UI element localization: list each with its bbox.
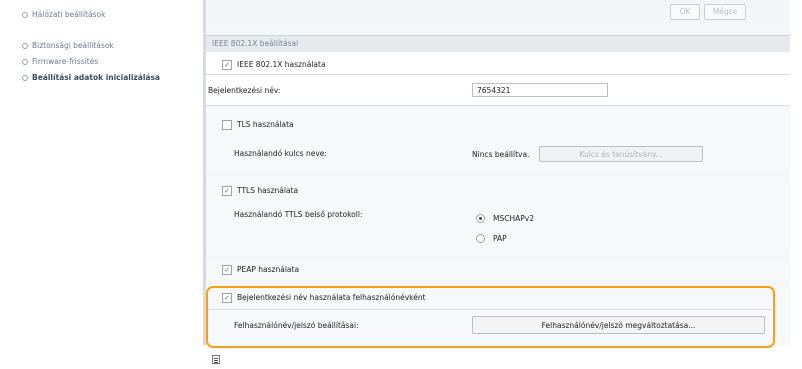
sidebar: Hálózati beállítások Biztonsági beállítá… [0,0,203,369]
ttls-checkbox[interactable]: ✓ [222,186,232,196]
sidebar-item-security-settings[interactable]: Biztonsági beállítások [22,41,114,50]
radio-mschapv2[interactable] [476,214,485,223]
sidebar-item-label: Biztonsági beállítások [32,41,114,50]
tls-key-value: Nincs beállítva. [472,150,530,159]
sidebar-item-firmware-update[interactable]: Firmware-frissítés [22,57,98,66]
sidebar-item-network-settings[interactable]: Hálózati beállítások [22,10,105,19]
sidebar-item-label: Hálózati beállítások [32,10,106,19]
login-label: Bejelentkezési név: [208,86,281,95]
section-header: IEEE 802.1X beállításai [206,35,790,53]
sidebar-item-label: Firmware-frissítés [32,57,99,66]
ttls-protocol-label: Használandó TTLS belső protokoll: [234,210,363,219]
peap-checkbox[interactable]: ✓ [222,265,232,275]
sidebar-item-label: Beállítási adatok inicializálása [32,73,160,82]
row-divider [206,105,790,106]
ieee-use-row: ✓ IEEE 802.1X használata [206,52,790,74]
ttls-block: ✓ TTLS használata Használandó TTLS belső… [206,178,790,254]
ok-button[interactable]: OK [670,4,700,20]
tls-label: TLS használata [237,120,294,129]
radio-pap[interactable] [476,234,485,243]
radio-pap-label: PAP [493,234,507,243]
ieee-use-label: IEEE 802.1X használata [237,60,326,69]
radio-mschapv2-label: MSCHAPv2 [493,214,534,223]
bullet-icon [22,75,28,81]
toolbar: OK Mégse [206,0,790,22]
highlight-frame [206,286,775,348]
cancel-button[interactable]: Mégse [704,4,746,20]
key-and-certificate-button[interactable]: Kulcs és tanúsítvány... [539,146,703,162]
bullet-icon [22,59,28,65]
list-icon[interactable] [212,355,220,364]
login-name-input[interactable]: 7654321 [472,83,608,97]
tls-key-label: Használandó kulcs neve: [234,149,327,158]
ieee-use-checkbox[interactable]: ✓ [222,60,232,70]
tls-checkbox[interactable] [222,120,232,130]
peap-row: ✓ PEAP használata [206,259,790,279]
tls-block: TLS használata Használandó kulcs neve: N… [206,108,790,172]
sidebar-item-initialize-settings[interactable]: Beállítási adatok inicializálása [22,73,160,82]
bullet-icon [22,43,28,49]
section-title: IEEE 802.1X beállításai [212,39,299,48]
ttls-label: TTLS használata [237,186,299,195]
login-row: Bejelentkezési név: 7654321 [206,75,790,105]
bullet-icon [22,12,28,18]
peap-label: PEAP használata [237,265,300,274]
